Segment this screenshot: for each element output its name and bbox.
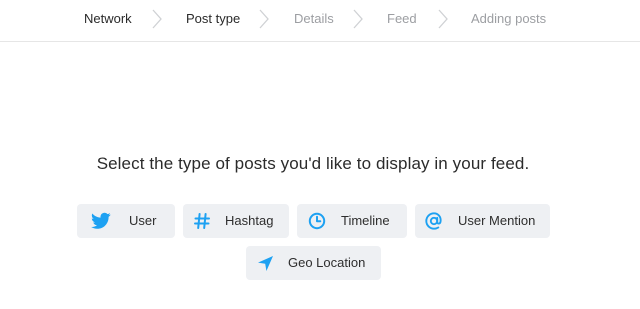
twitter-bird-icon	[91, 211, 111, 231]
hashtag-icon	[192, 211, 212, 231]
post-type-user-button[interactable]: User	[77, 204, 175, 238]
post-type-timeline-button[interactable]: Timeline	[297, 204, 407, 238]
location-arrow-icon	[255, 253, 275, 273]
chevron-right-icon	[352, 8, 364, 30]
page-prompt: Select the type of posts you'd like to d…	[96, 154, 530, 173]
step-network[interactable]: Network	[84, 11, 132, 27]
step-adding-posts: Adding posts	[471, 11, 547, 26]
post-type-label: Timeline	[341, 213, 390, 228]
step-feed: Feed	[387, 11, 417, 26]
post-type-label: Hashtag	[225, 213, 274, 228]
post-type-label: Geo Location	[288, 255, 366, 270]
chevron-right-icon	[151, 8, 163, 30]
at-sign-icon	[424, 211, 444, 231]
chevron-right-icon	[437, 8, 449, 30]
step-post-type[interactable]: Post type	[186, 11, 240, 27]
step-details: Details	[294, 11, 334, 26]
clock-icon	[307, 211, 327, 231]
post-type-hashtag-button[interactable]: Hashtag	[183, 204, 289, 238]
post-type-label: User	[129, 213, 157, 228]
post-type-geo-location-button[interactable]: Geo Location	[246, 246, 381, 280]
post-type-label: User Mention	[458, 213, 536, 228]
post-type-user-mention-button[interactable]: User Mention	[415, 204, 550, 238]
chevron-right-icon	[258, 8, 270, 30]
wizard-stepper: Network Post type Details Feed Adding po…	[0, 0, 640, 42]
